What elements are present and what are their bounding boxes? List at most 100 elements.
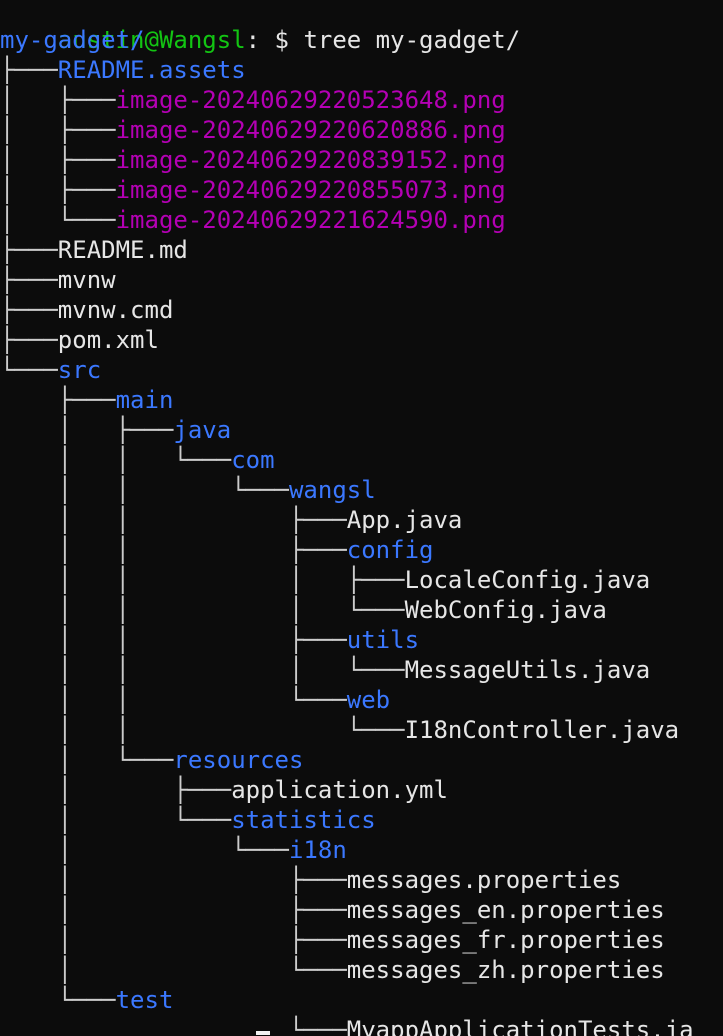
tree-line: │ │ └───web — [0, 685, 390, 715]
tree-connector: │ │ │ └─── — [0, 656, 405, 684]
tree-line: │ │ └───com — [0, 445, 275, 475]
tree-connector: │ └─── — [0, 956, 347, 984]
tree-connector: │ └─── — [0, 746, 174, 774]
tree-file-name: WebConfig.java — [404, 596, 607, 624]
tree-file-name: README.md — [57, 236, 188, 264]
tree-connector: │ ├─── — [0, 116, 116, 144]
tree-line: ├───README.md — [0, 235, 188, 265]
tree-directory-name: utils — [346, 626, 420, 654]
tree-line: └───src — [0, 355, 101, 385]
tree-line: my-gadget/ — [0, 25, 145, 55]
tree-file-name: MyappApplicationTests.ja — [346, 1016, 694, 1036]
tree-connector: │ ├─── — [0, 146, 116, 174]
tree-line: │ ├───image-20240629220839152.png — [0, 145, 506, 175]
tree-directory-name: my-gadget/ — [0, 26, 145, 54]
tree-line: │ └───messages_zh.properties — [0, 955, 665, 985]
tree-directory-name: i18n — [288, 836, 347, 864]
tree-line: │ ├───image-20240629220523648.png — [0, 85, 506, 115]
tree-connector: │ │ │ └─── — [0, 596, 405, 624]
tree-directory-name: com — [231, 446, 275, 474]
tree-directory-name: java — [173, 416, 232, 444]
tree-line: │ └───i18n — [0, 835, 347, 865]
tree-file-name: App.java — [346, 506, 463, 534]
tree-line: └───MyappApplicationTests.ja — [0, 1015, 694, 1036]
tree-file-name: image-20240629221624590.png — [115, 206, 506, 234]
tree-line: │ ├───messages_fr.properties — [0, 925, 665, 955]
tree-connector: │ └─── — [0, 206, 116, 234]
tree-connector: ├─── — [0, 266, 58, 294]
tree-directory-name: wangsl — [288, 476, 376, 504]
tree-file-name: pom.xml — [57, 326, 159, 354]
tree-connector: ├─── — [0, 236, 58, 264]
tree-line: │ │ └───wangsl — [0, 475, 376, 505]
tree-file-name: I18nController.java — [404, 716, 680, 744]
tree-connector: ├─── — [0, 296, 58, 324]
tree-connector: ├─── — [0, 326, 58, 354]
tree-line: │ │ ├───config — [0, 535, 434, 565]
tree-connector: │ ├─── — [0, 416, 174, 444]
tree-file-name: messages_fr.properties — [346, 926, 665, 954]
prompt-line: austin@Wangsl: $ tree my-gadget/ — [0, 0, 520, 54]
tree-file-name: messages_en.properties — [346, 896, 665, 924]
tree-connector: └─── — [0, 1016, 347, 1036]
tree-directory-name: test — [115, 986, 174, 1014]
tree-line: ├───mvnw — [0, 265, 116, 295]
tree-line: ├───main — [0, 385, 174, 415]
tree-file-name: messages.properties — [346, 866, 622, 894]
tree-connector: │ ├─── — [0, 176, 116, 204]
tree-connector: ├─── — [0, 386, 116, 414]
tree-line: │ │ ├───App.java — [0, 505, 463, 535]
tree-connector: │ │ ├─── — [0, 506, 347, 534]
tree-line: │ └───image-20240629221624590.png — [0, 205, 506, 235]
tree-connector: │ ├─── — [0, 926, 347, 954]
tree-line: └───test — [0, 985, 174, 1015]
tree-line: │ │ ├───utils — [0, 625, 419, 655]
prompt-command: : $ tree my-gadget/ — [245, 26, 521, 54]
tree-connector: │ │ └─── — [0, 446, 232, 474]
tree-connector: │ └─── — [0, 806, 232, 834]
text-cursor — [256, 1031, 270, 1035]
tree-line: │ │ │ └───WebConfig.java — [0, 595, 607, 625]
tree-line: │ └───resources — [0, 745, 304, 775]
tree-connector: └─── — [0, 986, 116, 1014]
tree-directory-name: README.assets — [57, 56, 246, 84]
tree-line: │ ├───application.yml — [0, 775, 448, 805]
tree-file-name: application.yml — [231, 776, 448, 804]
tree-line: ├───pom.xml — [0, 325, 159, 355]
tree-connector: │ └─── — [0, 836, 289, 864]
tree-line: ├───mvnw.cmd — [0, 295, 173, 325]
tree-line: │ │ │ ├───LocaleConfig.java — [0, 565, 650, 595]
tree-line: ├───README.assets — [0, 55, 246, 85]
tree-file-name: image-20240629220620886.png — [115, 116, 506, 144]
tree-connector: ├─── — [0, 56, 58, 84]
terminal-window[interactable]: austin@Wangsl: $ tree my-gadget/ my-gadg… — [0, 0, 723, 1036]
tree-directory-name: statistics — [231, 806, 376, 834]
tree-file-name: image-20240629220855073.png — [115, 176, 506, 204]
tree-file-name: messages_zh.properties — [346, 956, 665, 984]
tree-connector: │ │ │ ├─── — [0, 566, 405, 594]
tree-connector: │ │ └─── — [0, 476, 289, 504]
tree-file-name: mvnw — [57, 266, 116, 294]
tree-directory-name: main — [115, 386, 174, 414]
tree-connector: │ ├─── — [0, 866, 347, 894]
tree-connector: │ │ ├─── — [0, 626, 347, 654]
tree-connector: │ │ └─── — [0, 686, 347, 714]
tree-file-name: LocaleConfig.java — [404, 566, 651, 594]
tree-directory-name: resources — [173, 746, 304, 774]
tree-connector: │ │ ├─── — [0, 536, 347, 564]
tree-line: │ ├───image-20240629220855073.png — [0, 175, 506, 205]
tree-line: │ │ └───I18nController.java — [0, 715, 679, 745]
tree-line: │ ├───messages.properties — [0, 865, 622, 895]
tree-file-name: mvnw.cmd — [57, 296, 174, 324]
tree-directory-name: config — [346, 536, 434, 564]
tree-directory-name: src — [57, 356, 102, 384]
tree-file-name: image-20240629220839152.png — [115, 146, 506, 174]
tree-connector: │ │ └─── — [0, 716, 405, 744]
tree-file-name: MessageUtils.java — [404, 656, 651, 684]
tree-line: │ └───statistics — [0, 805, 376, 835]
tree-directory-name: web — [346, 686, 391, 714]
tree-line: │ ├───messages_en.properties — [0, 895, 665, 925]
tree-file-name: image-20240629220523648.png — [115, 86, 506, 114]
tree-line: │ │ │ └───MessageUtils.java — [0, 655, 650, 685]
tree-connector: │ ├─── — [0, 896, 347, 924]
